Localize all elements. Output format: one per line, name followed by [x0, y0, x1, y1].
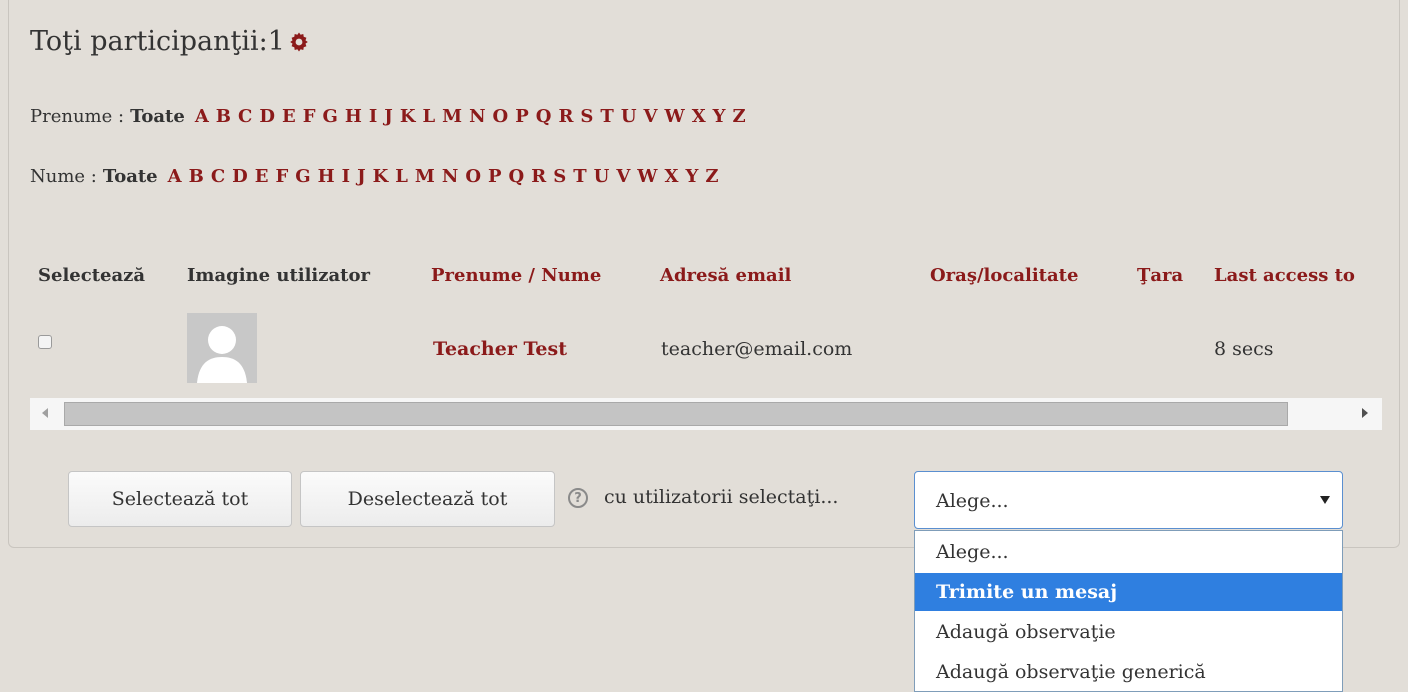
- firstname-filter-letter-r[interactable]: R: [558, 106, 573, 127]
- lastname-filter-letter-o[interactable]: O: [465, 166, 481, 187]
- lastname-filter-letter-a[interactable]: A: [168, 166, 182, 187]
- lastname-filter-letter-m[interactable]: M: [415, 166, 435, 187]
- scroll-left-icon[interactable]: [42, 408, 48, 418]
- column-country[interactable]: Ţara: [1137, 265, 1183, 286]
- scrollbar-thumb[interactable]: [64, 402, 1288, 426]
- firstname-filter-letter-m[interactable]: M: [442, 106, 462, 127]
- column-last-access[interactable]: Last access to: [1214, 265, 1382, 286]
- bulk-action-select[interactable]: Alege...: [914, 471, 1343, 529]
- firstname-filter-letter-o[interactable]: O: [493, 106, 509, 127]
- lastname-filter-letter-z[interactable]: Z: [705, 166, 718, 187]
- row-select-checkbox[interactable]: [38, 335, 52, 349]
- firstname-filter-letter-g[interactable]: G: [322, 106, 337, 127]
- firstname-filter-letter-t[interactable]: T: [600, 106, 613, 127]
- lastname-filter-letter-l[interactable]: L: [395, 166, 408, 187]
- page-title-text: Toţi participanţii:1: [30, 26, 285, 57]
- column-select: Selectează: [38, 265, 146, 286]
- column-email[interactable]: Adresă email: [660, 265, 791, 286]
- lastname-filter-letter-s[interactable]: S: [553, 166, 566, 187]
- select-all-button[interactable]: Selectează tot: [68, 471, 292, 527]
- firstname-filter-letter-k[interactable]: K: [400, 106, 416, 127]
- lastname-filter-letter-t[interactable]: T: [573, 166, 586, 187]
- lastname-filter-letter-r[interactable]: R: [531, 166, 546, 187]
- option-send-message[interactable]: Trimite un mesaj: [915, 573, 1342, 611]
- chevron-down-icon: [1320, 496, 1330, 504]
- user-icon: [197, 326, 247, 383]
- firstname-filter-letter-d[interactable]: D: [259, 106, 275, 127]
- firstname-filter-letter-b[interactable]: B: [216, 106, 231, 127]
- firstname-filter-letter-j[interactable]: J: [384, 106, 393, 127]
- lastname-filter: Nume : Toate ABCDEFGHIJKLMNOPQRSTUVWXYZ: [30, 166, 725, 187]
- lastname-filter-letter-g[interactable]: G: [295, 166, 310, 187]
- lastname-filter-letter-u[interactable]: U: [594, 166, 610, 187]
- firstname-filter-letter-a[interactable]: A: [195, 106, 209, 127]
- column-picture: Imagine utilizator: [187, 265, 370, 286]
- firstname-filter-letter-y[interactable]: Y: [713, 106, 726, 127]
- lastname-filter-letter-q[interactable]: Q: [509, 166, 525, 187]
- firstname-filter-letter-i[interactable]: I: [369, 106, 377, 127]
- option-add-note[interactable]: Adaugă observaţie: [915, 613, 1342, 651]
- lastname-filter-letter-p[interactable]: P: [488, 166, 502, 187]
- column-name[interactable]: Prenume / Nume: [431, 265, 601, 286]
- lastname-filter-letter-j[interactable]: J: [357, 166, 366, 187]
- firstname-filter-letter-v[interactable]: V: [644, 106, 658, 127]
- lastname-filter-letter-y[interactable]: Y: [685, 166, 698, 187]
- lastname-filter-label: Nume :: [30, 166, 97, 187]
- horizontal-scrollbar[interactable]: [30, 398, 1382, 430]
- scroll-right-icon[interactable]: [1362, 408, 1368, 418]
- option-choose[interactable]: Alege...: [915, 533, 1342, 571]
- firstname-filter-letter-x[interactable]: X: [692, 106, 706, 127]
- lastname-filter-letter-w[interactable]: W: [637, 166, 657, 187]
- firstname-filter-letter-h[interactable]: H: [345, 106, 362, 127]
- lastname-filter-letter-k[interactable]: K: [373, 166, 389, 187]
- lastname-filter-all[interactable]: Toate: [103, 166, 158, 187]
- firstname-filter-all[interactable]: Toate: [130, 106, 185, 127]
- firstname-filter-letter-z[interactable]: Z: [733, 106, 746, 127]
- lastname-filter-letter-i[interactable]: I: [342, 166, 350, 187]
- lastname-filter-letter-h[interactable]: H: [318, 166, 335, 187]
- user-email: teacher@email.com: [661, 338, 853, 360]
- column-city[interactable]: Oraş/localitate: [930, 265, 1078, 286]
- lastname-filter-letter-x[interactable]: X: [665, 166, 679, 187]
- firstname-filter-letter-u[interactable]: U: [621, 106, 637, 127]
- firstname-filter-letter-l[interactable]: L: [422, 106, 435, 127]
- lastname-filter-letter-n[interactable]: N: [442, 166, 458, 187]
- firstname-filter-letter-c[interactable]: C: [238, 106, 252, 127]
- firstname-filter-letter-w[interactable]: W: [664, 106, 684, 127]
- firstname-filter-letter-n[interactable]: N: [469, 106, 485, 127]
- firstname-filter-letter-s[interactable]: S: [580, 106, 593, 127]
- page-title: Toţi participanţii:1: [30, 26, 311, 57]
- lastname-filter-letter-b[interactable]: B: [189, 166, 204, 187]
- firstname-filter-letter-e[interactable]: E: [282, 106, 296, 127]
- lastname-filter-letter-c[interactable]: C: [211, 166, 225, 187]
- question-icon[interactable]: ?: [568, 488, 588, 508]
- avatar: [187, 313, 257, 383]
- user-last-access: 8 secs: [1214, 338, 1274, 360]
- option-add-generic-note[interactable]: Adaugă observaţie generică: [915, 653, 1342, 691]
- lastname-filter-letter-v[interactable]: V: [616, 166, 630, 187]
- firstname-filter-label: Prenume :: [30, 106, 125, 127]
- gear-icon[interactable]: [287, 30, 311, 54]
- firstname-filter-letter-q[interactable]: Q: [536, 106, 552, 127]
- firstname-filter: Prenume : Toate ABCDEFGHIJKLMNOPQRSTUVWX…: [30, 106, 753, 127]
- user-fullname[interactable]: Teacher Test: [433, 338, 567, 360]
- with-selected-label: cu utilizatorii selectaţi...: [604, 486, 839, 508]
- firstname-filter-letter-f[interactable]: F: [303, 106, 316, 127]
- lastname-filter-letter-e[interactable]: E: [255, 166, 269, 187]
- lastname-filter-letter-d[interactable]: D: [232, 166, 248, 187]
- bulk-action-value: Alege...: [936, 490, 1009, 512]
- firstname-filter-letter-p[interactable]: P: [515, 106, 529, 127]
- lastname-filter-letter-f[interactable]: F: [275, 166, 288, 187]
- deselect-all-button[interactable]: Deselectează tot: [300, 471, 555, 527]
- bulk-action-dropdown: Alege... Trimite un mesaj Adaugă observa…: [914, 530, 1343, 692]
